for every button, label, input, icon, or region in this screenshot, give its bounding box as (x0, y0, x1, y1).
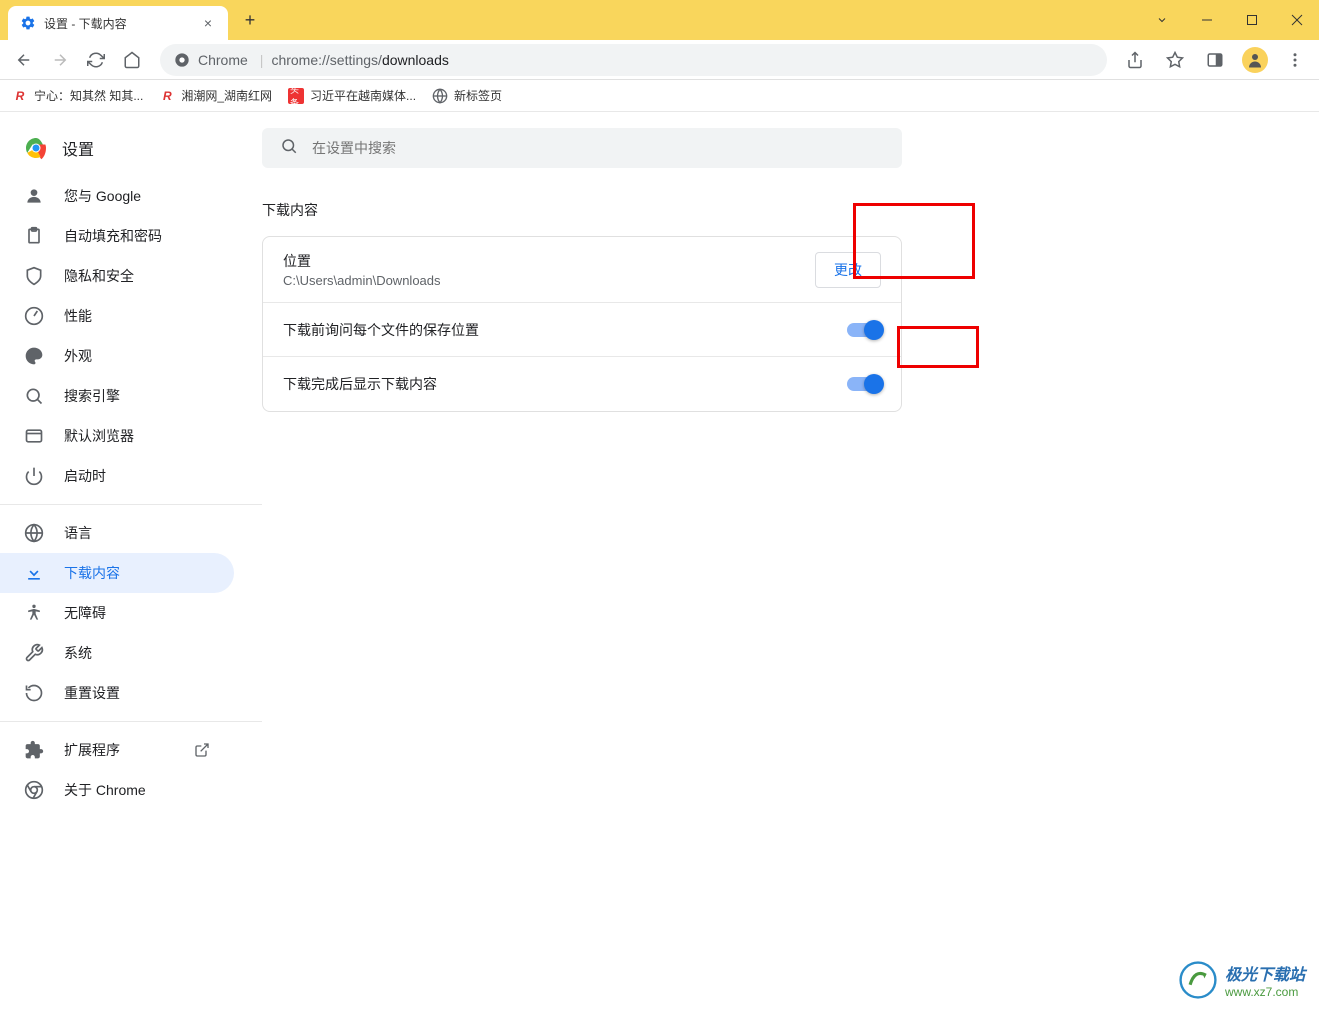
ask-each-time-toggle[interactable] (847, 323, 881, 337)
maximize-button[interactable] (1229, 0, 1274, 40)
search-icon (24, 386, 44, 406)
tab-title: 设置 - 下载内容 (44, 15, 200, 32)
palette-icon (24, 346, 44, 366)
sidebar-item-you-and-google[interactable]: 您与 Google (0, 176, 234, 216)
download-location-row: 位置 C:\Users\admin\Downloads 更改 (263, 237, 901, 303)
titlebar: 设置 - 下载内容 × + (0, 0, 1319, 40)
bookmark-item[interactable]: R宁心：知其然 知其... (12, 87, 143, 104)
shield-icon (24, 266, 44, 286)
clipboard-icon (24, 226, 44, 246)
chrome-logo-icon (24, 136, 48, 160)
close-tab-icon[interactable]: × (200, 15, 216, 31)
ask-each-time-row: 下载前询问每个文件的保存位置 (263, 303, 901, 357)
globe-icon (432, 88, 448, 104)
sidebar-item-languages[interactable]: 语言 (0, 513, 234, 553)
settings-search[interactable] (262, 128, 902, 168)
sidebar-item-default-browser[interactable]: 默认浏览器 (0, 416, 234, 456)
ask-each-time-label: 下载前询问每个文件的保存位置 (283, 320, 479, 340)
share-icon[interactable] (1119, 44, 1151, 76)
sidebar-item-performance[interactable]: 性能 (0, 296, 234, 336)
person-icon (24, 186, 44, 206)
sidebar-item-privacy[interactable]: 隐私和安全 (0, 256, 234, 296)
power-icon (24, 466, 44, 486)
minimize-button[interactable] (1184, 0, 1229, 40)
menu-dots-icon[interactable] (1279, 44, 1311, 76)
show-after-download-label: 下载完成后显示下载内容 (283, 374, 437, 394)
globe-icon (24, 523, 44, 543)
bookmark-item[interactable]: 新标签页 (432, 87, 502, 104)
settings-brand: 设置 (0, 128, 262, 176)
toolbar: Chrome | chrome://settings/downloads (0, 40, 1319, 80)
puzzle-icon (24, 740, 44, 760)
star-icon[interactable] (1159, 44, 1191, 76)
profile-avatar[interactable] (1239, 44, 1271, 76)
sidebar: 设置 您与 Google 自动填充和密码 隐私和安全 性能 外观 搜索引擎 默认… (0, 112, 262, 1013)
bookmarks-bar: R宁心：知其然 知其... R湘潮网_湖南红网 头条习近平在越南媒体... 新标… (0, 80, 1319, 112)
bookmark-favicon: R (159, 88, 175, 104)
settings-search-input[interactable] (312, 140, 884, 156)
location-label: 位置 (283, 251, 815, 271)
section-title: 下载内容 (262, 200, 1319, 220)
address-protocol: Chrome (198, 52, 248, 68)
watermark-logo-icon (1179, 961, 1217, 999)
bookmark-favicon: 头条 (288, 88, 304, 104)
sidebar-item-on-startup[interactable]: 启动时 (0, 456, 234, 496)
watermark-text-cn: 极光下载站 (1225, 961, 1305, 985)
close-window-button[interactable] (1274, 0, 1319, 40)
show-after-download-toggle[interactable] (847, 377, 881, 391)
watermark-text-url: www.xz7.com (1225, 985, 1305, 999)
sidebar-item-autofill[interactable]: 自动填充和密码 (0, 216, 234, 256)
download-icon (24, 563, 44, 583)
forward-button[interactable] (44, 44, 76, 76)
watermark: 极光下载站 www.xz7.com (1179, 961, 1305, 999)
new-tab-button[interactable]: + (236, 6, 264, 34)
home-button[interactable] (116, 44, 148, 76)
change-location-button[interactable]: 更改 (815, 252, 881, 288)
chrome-outline-icon (24, 780, 44, 800)
wrench-icon (24, 643, 44, 663)
sidebar-item-accessibility[interactable]: 无障碍 (0, 593, 234, 633)
settings-title: 设置 (62, 136, 94, 160)
sidebar-item-reset[interactable]: 重置设置 (0, 673, 234, 713)
browser-tab[interactable]: 设置 - 下载内容 × (8, 6, 228, 40)
location-value: C:\Users\admin\Downloads (283, 273, 815, 288)
show-after-download-row: 下载完成后显示下载内容 (263, 357, 901, 411)
sidebar-item-appearance[interactable]: 外观 (0, 336, 234, 376)
browser-icon (24, 426, 44, 446)
bookmark-favicon: R (12, 88, 28, 104)
sidepanel-icon[interactable] (1199, 44, 1231, 76)
search-icon (280, 137, 298, 160)
sidebar-item-about[interactable]: 关于 Chrome (0, 770, 234, 810)
chrome-icon (174, 52, 190, 68)
back-button[interactable] (8, 44, 40, 76)
sidebar-item-system[interactable]: 系统 (0, 633, 234, 673)
restore-icon (24, 683, 44, 703)
sidebar-item-search-engine[interactable]: 搜索引擎 (0, 376, 234, 416)
chevron-down-icon[interactable] (1139, 0, 1184, 40)
accessibility-icon (24, 603, 44, 623)
bookmark-item[interactable]: 头条习近平在越南媒体... (288, 87, 416, 104)
sidebar-item-downloads[interactable]: 下载内容 (0, 553, 234, 593)
address-bar[interactable]: Chrome | chrome://settings/downloads (160, 44, 1107, 76)
external-link-icon (194, 742, 210, 758)
bookmark-item[interactable]: R湘潮网_湖南红网 (159, 87, 272, 104)
reload-button[interactable] (80, 44, 112, 76)
speedometer-icon (24, 306, 44, 326)
window-controls (1139, 0, 1319, 40)
downloads-card: 位置 C:\Users\admin\Downloads 更改 下载前询问每个文件… (262, 236, 902, 412)
sidebar-item-extensions[interactable]: 扩展程序 (0, 730, 234, 770)
main-panel: 下载内容 位置 C:\Users\admin\Downloads 更改 下载前询… (262, 112, 1319, 1013)
gear-icon (20, 15, 36, 31)
address-url: chrome://settings/downloads (271, 52, 448, 68)
